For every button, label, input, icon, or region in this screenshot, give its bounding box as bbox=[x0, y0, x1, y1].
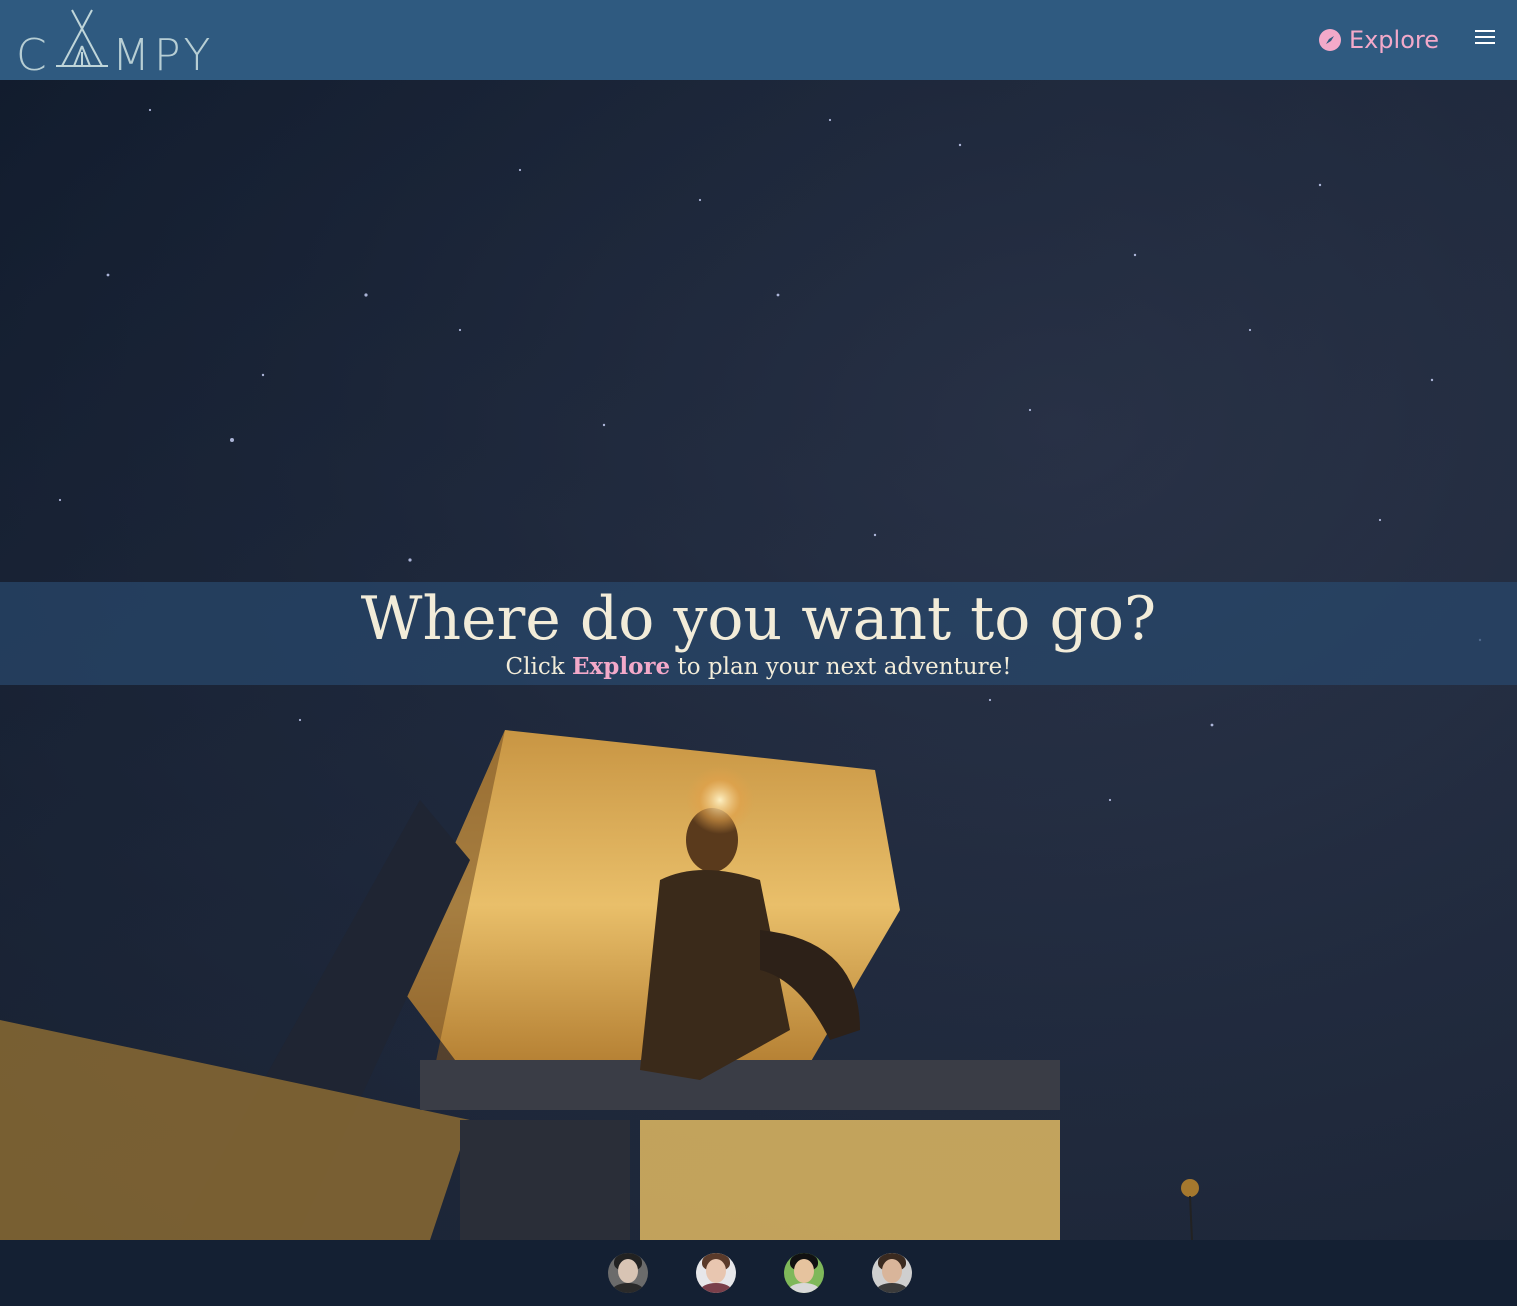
campy-logo[interactable]: C MPY bbox=[16, 8, 216, 81]
hero-heading: Where do you want to go? bbox=[360, 584, 1157, 654]
logo-wordmark: C MPY bbox=[16, 30, 215, 81]
hamburger-icon[interactable] bbox=[1475, 30, 1495, 48]
hero-background-image: Where do you want to go? Click Explore t… bbox=[0, 80, 1517, 1240]
team-avatar-2[interactable] bbox=[696, 1253, 736, 1293]
team-avatar-3[interactable] bbox=[784, 1253, 824, 1293]
hero-sub-suffix: to plan your next adventure! bbox=[670, 654, 1012, 680]
footer bbox=[0, 1240, 1517, 1306]
explore-inline-link[interactable]: Explore bbox=[572, 653, 670, 680]
team-avatar-4[interactable] bbox=[872, 1253, 912, 1293]
top-navbar: C MPY Explore bbox=[0, 0, 1517, 81]
compass-icon bbox=[1318, 29, 1341, 51]
hero-sub-prefix: Click bbox=[505, 654, 572, 680]
page: C MPY Explore Where do you want to go? C… bbox=[0, 0, 1517, 1306]
hero-subheading: Click Explore to plan your next adventur… bbox=[0, 652, 1517, 682]
team-avatars bbox=[608, 1253, 912, 1293]
hero-banner: Where do you want to go? Click Explore t… bbox=[0, 582, 1517, 685]
explore-label: Explore bbox=[1348, 26, 1439, 54]
explore-nav-button[interactable]: Explore bbox=[1318, 24, 1439, 56]
team-avatar-1[interactable] bbox=[608, 1253, 648, 1293]
